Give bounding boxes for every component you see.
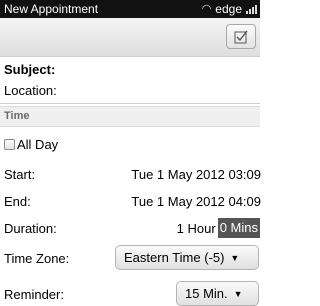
section-header-label: Time xyxy=(4,110,30,122)
network-type: edge xyxy=(215,2,242,16)
timezone-value: Eastern Time (-5) xyxy=(124,250,225,265)
status-bar: New Appointment ◠ edge xyxy=(0,0,260,18)
duration-field[interactable]: 1 Hour 0 Mins xyxy=(177,218,260,238)
duration-label: Duration: xyxy=(4,221,57,236)
end-datetime-field[interactable]: Tue 1 May 2012 04:09 xyxy=(131,194,261,209)
checkbox-icon xyxy=(4,139,15,150)
duration-mins[interactable]: 0 Mins xyxy=(217,218,260,238)
all-day-checkbox[interactable]: All Day xyxy=(4,137,58,152)
reminder-label: Reminder: xyxy=(4,287,64,302)
all-day-label: All Day xyxy=(17,137,59,152)
caret-down-icon: ▼ xyxy=(233,288,243,299)
section-header-time: Time xyxy=(0,106,260,127)
toolbar xyxy=(0,18,260,57)
subject-field[interactable]: Subject: xyxy=(4,62,55,77)
save-checkmark-icon xyxy=(234,30,248,44)
reminder-value: 15 Min. xyxy=(185,286,228,301)
start-label: Start: xyxy=(4,167,36,182)
status-indicators: ◠ edge xyxy=(202,2,257,16)
timezone-dropdown[interactable]: Eastern Time (-5) ▼ xyxy=(115,245,259,270)
reminder-dropdown[interactable]: 15 Min. ▼ xyxy=(176,281,259,306)
divider xyxy=(0,103,260,104)
timezone-label: Time Zone: xyxy=(4,251,70,266)
signal-icon xyxy=(245,4,257,14)
duration-hours[interactable]: 1 Hour xyxy=(177,221,216,236)
end-label: End: xyxy=(4,194,31,209)
location-field[interactable]: Location: xyxy=(4,83,57,98)
wifi-icon: ◠ xyxy=(201,3,212,15)
start-datetime-field[interactable]: Tue 1 May 2012 03:09 xyxy=(131,167,261,182)
save-button[interactable] xyxy=(226,24,256,49)
caret-down-icon: ▼ xyxy=(230,252,240,263)
window-title: New Appointment xyxy=(4,2,99,16)
